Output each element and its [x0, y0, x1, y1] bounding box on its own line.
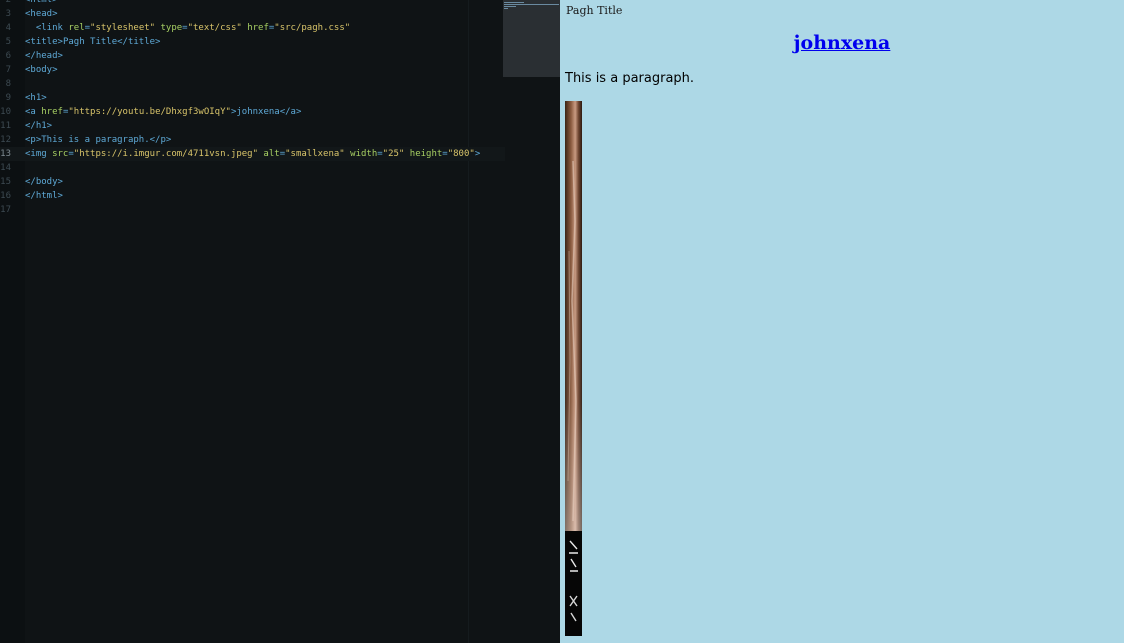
line-source: </head>	[25, 51, 63, 61]
code-line[interactable]: 6 </head>	[0, 49, 505, 63]
code-line[interactable]: 15 </body>	[0, 175, 505, 189]
line-number: 3	[5, 9, 11, 19]
line-number: 8	[5, 79, 11, 89]
line-number: 11	[0, 121, 11, 131]
line-source: </html>	[25, 191, 63, 201]
line-source: <a href="https://youtu.be/Dhxgf3wOIqY">j…	[25, 107, 302, 117]
line-source: <link rel="stylesheet" type="text/css" h…	[25, 23, 351, 33]
line-source: <html>	[25, 0, 58, 5]
code-line[interactable]: 7 <body>	[0, 63, 505, 77]
code-editor[interactable]: 2 <html> 3 <head> 4 <link rel="stylesheet" t…	[0, 0, 560, 643]
line-number: 12	[0, 135, 11, 145]
code-line[interactable]: 3 <head>	[0, 7, 505, 21]
code-line[interactable]: 11 </h1>	[0, 119, 505, 133]
page-heading: johnxena	[560, 32, 1124, 54]
line-number: 9	[5, 93, 11, 103]
line-number: 4	[5, 23, 11, 33]
line-number: 2	[5, 0, 11, 5]
browser-preview: Pagh Title johnxena This is a paragraph.	[560, 0, 1124, 643]
minimap[interactable]	[503, 0, 560, 77]
line-number: 7	[5, 65, 11, 75]
line-source: <p>This is a paragraph.</p>	[25, 135, 172, 145]
code-line[interactable]: 13 <img src="https://i.imgur.com/4711vsn.…	[0, 147, 505, 161]
line-number: 6	[5, 51, 11, 61]
code-line[interactable]: 5 <title>Pagh Title</title>	[0, 35, 505, 49]
line-source: <img src="https://i.imgur.com/4711vsn.jp…	[25, 149, 481, 159]
line-source: <head>	[25, 9, 58, 19]
line-number: 13	[0, 149, 11, 159]
code-line[interactable]: 10 <a href="https://youtu.be/Dhxgf3wOIqY"…	[0, 105, 505, 119]
line-number: 15	[0, 177, 11, 187]
code-line[interactable]: 9 <h1>	[0, 91, 505, 105]
line-source: <title>Pagh Title</title>	[25, 37, 161, 47]
code-line[interactable]: 8	[0, 77, 505, 91]
line-source: <h1>	[25, 93, 47, 103]
xena-image	[565, 101, 582, 636]
line-number: 5	[5, 37, 11, 47]
line-number: 10	[0, 107, 11, 117]
line-number: 17	[0, 205, 11, 215]
code-line[interactable]: 16 </html>	[0, 189, 505, 203]
heading-link[interactable]: johnxena	[794, 32, 891, 54]
line-source: </h1>	[25, 121, 53, 131]
paragraph: This is a paragraph.	[565, 71, 695, 86]
line-number: 16	[0, 191, 11, 201]
code-line[interactable]: 14	[0, 161, 505, 175]
code-line[interactable]: 17	[0, 203, 505, 217]
line-source: <body>	[25, 65, 58, 75]
code-line[interactable]: 12 <p>This is a paragraph.</p>	[0, 133, 505, 147]
code-line[interactable]: 2 <html>	[0, 0, 505, 7]
page-title: Pagh Title	[566, 4, 623, 17]
line-source: </body>	[25, 177, 63, 187]
code-line[interactable]: 4 <link rel="stylesheet" type="text/css"…	[0, 21, 505, 35]
line-number: 14	[0, 163, 11, 173]
